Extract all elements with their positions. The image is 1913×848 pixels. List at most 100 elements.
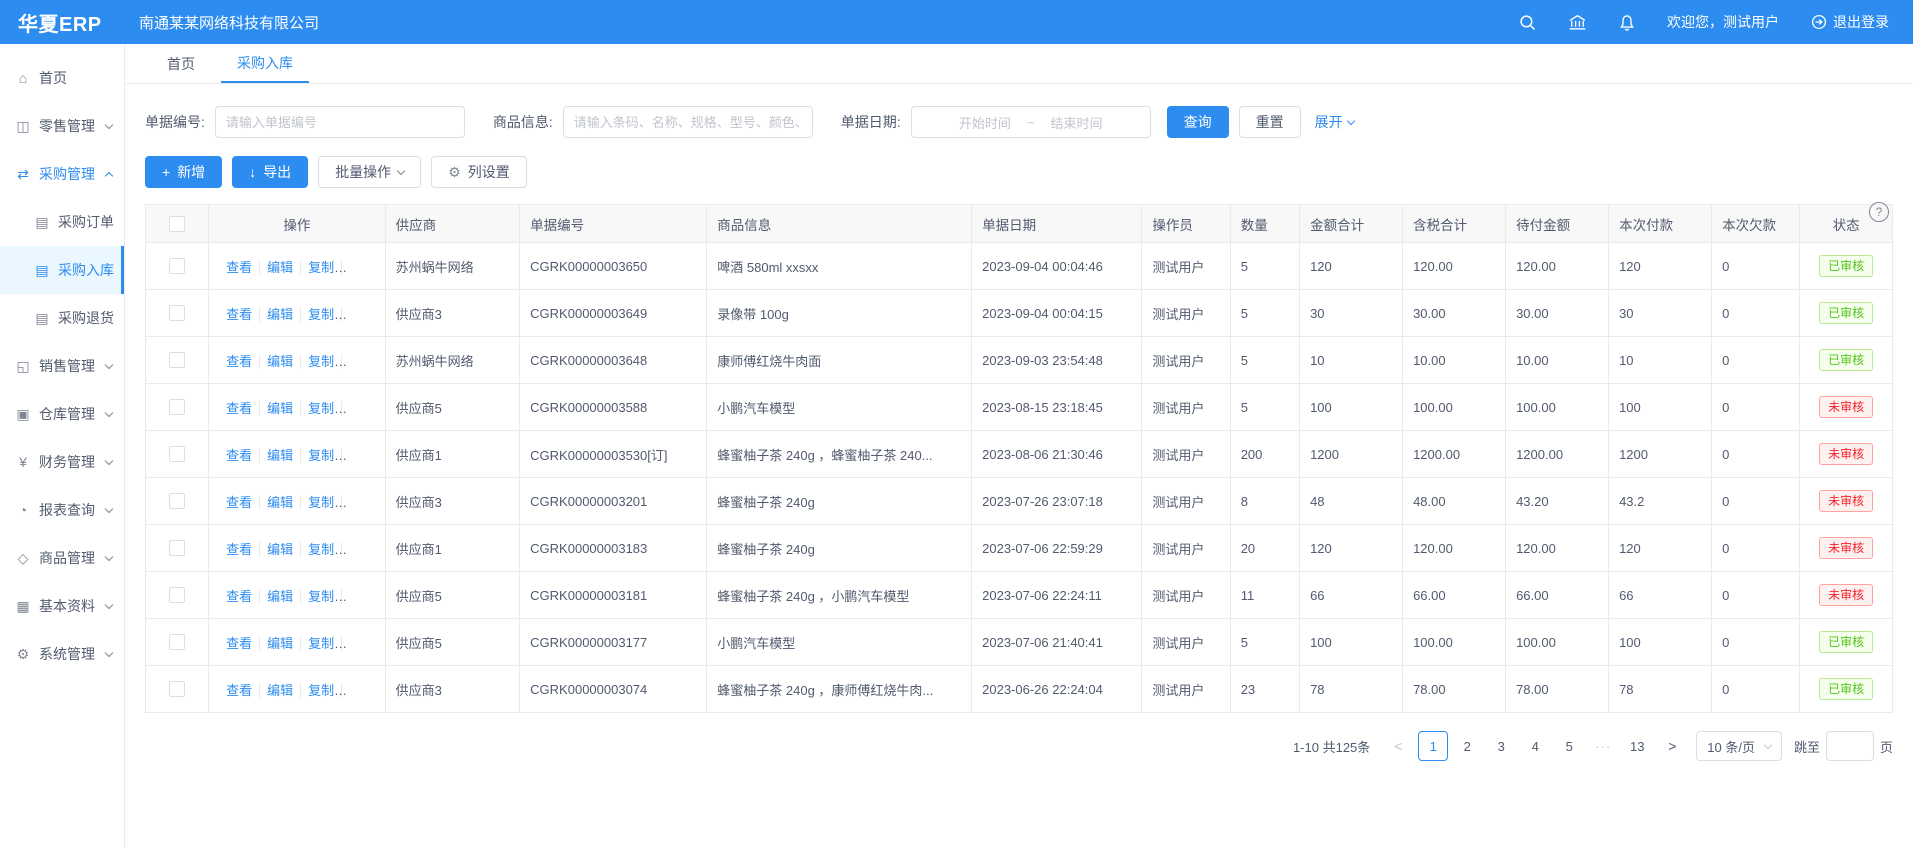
row-action-view[interactable]: 查看 [219, 589, 259, 604]
row-action-delete[interactable]: 删除 [341, 307, 382, 322]
row-checkbox[interactable] [169, 258, 185, 274]
row-checkbox[interactable] [169, 634, 185, 650]
row-action-delete[interactable]: 删除 [341, 683, 382, 698]
row-action-copy[interactable]: 复制 [300, 542, 341, 557]
row-action-copy[interactable]: 复制 [300, 307, 341, 322]
row-checkbox[interactable] [169, 305, 185, 321]
page-button-1[interactable]: 1 [1418, 731, 1448, 761]
plus-icon: + [162, 165, 170, 179]
jump-page-input[interactable] [1826, 731, 1874, 761]
filter-row: 单据编号: 商品信息: 单据日期: 开始时间 ~ 结束时间 查询 重置 [145, 106, 1893, 138]
row-checkbox[interactable] [169, 446, 185, 462]
sidebar-item-purchase-return[interactable]: ▤采购退货 [0, 294, 124, 342]
row-action-view[interactable]: 查看 [219, 354, 259, 369]
row-action-delete[interactable]: 删除 [341, 495, 382, 510]
row-action-view[interactable]: 查看 [219, 495, 259, 510]
row-action-view[interactable]: 查看 [219, 636, 259, 651]
bell-icon[interactable] [1619, 14, 1635, 31]
prev-page-button[interactable]: < [1386, 731, 1410, 761]
row-action-edit[interactable]: 编辑 [259, 542, 300, 557]
date-range-picker[interactable]: 开始时间 ~ 结束时间 [911, 106, 1151, 138]
row-checkbox[interactable] [169, 352, 185, 368]
sidebar-item-product[interactable]: ◇商品管理 [0, 534, 124, 582]
tab-purchase-inbound[interactable]: 采购入库 [221, 44, 309, 83]
cell-supplier: 供应商1 [385, 431, 520, 478]
sidebar-item-warehouse[interactable]: ▣仓库管理 [0, 390, 124, 438]
row-checkbox[interactable] [169, 681, 185, 697]
page-size-select[interactable]: 10 条/页 [1696, 731, 1782, 761]
row-action-copy[interactable]: 复制 [300, 589, 341, 604]
logout-button[interactable]: 退出登录 [1811, 12, 1889, 32]
row-action-view[interactable]: 查看 [219, 401, 259, 416]
row-action-copy[interactable]: 复制 [300, 683, 341, 698]
row-action-edit[interactable]: 编辑 [259, 260, 300, 275]
next-page-button[interactable]: > [1660, 731, 1684, 761]
logout-label: 退出登录 [1833, 12, 1889, 32]
row-action-copy[interactable]: 复制 [300, 495, 341, 510]
row-action-edit[interactable]: 编辑 [259, 401, 300, 416]
row-action-copy[interactable]: 复制 [300, 354, 341, 369]
row-action-edit[interactable]: 编辑 [259, 448, 300, 463]
bank-icon[interactable] [1568, 14, 1587, 31]
cell-status: 已审核 [1800, 243, 1893, 290]
row-action-view[interactable]: 查看 [219, 260, 259, 275]
help-icon[interactable]: ? [1869, 202, 1889, 222]
row-action-copy[interactable]: 复制 [300, 260, 341, 275]
row-action-copy[interactable]: 复制 [300, 448, 341, 463]
page-button-4[interactable]: 4 [1520, 731, 1550, 761]
sidebar-item-finance[interactable]: ¥财务管理 [0, 438, 124, 486]
row-checkbox[interactable] [169, 493, 185, 509]
sidebar-item-system[interactable]: ⚙系统管理 [0, 630, 124, 678]
sidebar-item-purchase-order[interactable]: ▤采购订单 [0, 198, 124, 246]
row-action-copy[interactable]: 复制 [300, 401, 341, 416]
row-action-edit[interactable]: 编辑 [259, 589, 300, 604]
row-action-edit[interactable]: 编辑 [259, 683, 300, 698]
row-action-view[interactable]: 查看 [219, 542, 259, 557]
row-action-delete[interactable]: 删除 [341, 448, 382, 463]
row-action-delete[interactable]: 删除 [341, 542, 382, 557]
sidebar-item-report[interactable]: ◔报表查询 [0, 486, 124, 534]
row-action-view[interactable]: 查看 [219, 683, 259, 698]
row-action-copy[interactable]: 复制 [300, 636, 341, 651]
row-action-view[interactable]: 查看 [219, 307, 259, 322]
table-row: 查看编辑复制删除供应商3CGRK00000003649录像带 100g2023-… [146, 290, 1893, 337]
row-action-edit[interactable]: 编辑 [259, 636, 300, 651]
product-info-input[interactable] [563, 106, 813, 138]
row-checkbox[interactable] [169, 399, 185, 415]
page-button-5[interactable]: 5 [1554, 731, 1584, 761]
row-action-delete[interactable]: 删除 [341, 589, 382, 604]
sidebar-item-sales[interactable]: ◱销售管理 [0, 342, 124, 390]
page-button-3[interactable]: 3 [1486, 731, 1516, 761]
tab-home[interactable]: 首页 [151, 44, 211, 83]
sidebar-item-purchase-in[interactable]: ▤采购入库 [0, 246, 124, 294]
cell-actions: 查看编辑复制删除 [209, 478, 386, 525]
row-action-delete[interactable]: 删除 [341, 636, 382, 651]
reset-button[interactable]: 重置 [1239, 106, 1301, 138]
row-action-view[interactable]: 查看 [219, 448, 259, 463]
row-action-delete[interactable]: 删除 [341, 260, 382, 275]
app-logo[interactable]: 华夏ERP [0, 8, 125, 37]
row-action-edit[interactable]: 编辑 [259, 307, 300, 322]
sidebar-item-basic[interactable]: ▦基本资料 [0, 582, 124, 630]
bill-no-input[interactable] [215, 106, 465, 138]
batch-operations-button[interactable]: 批量操作 [318, 156, 421, 188]
select-all-checkbox[interactable] [169, 216, 185, 232]
cell-product-info: 小鹏汽车模型 [707, 619, 972, 666]
row-action-edit[interactable]: 编辑 [259, 354, 300, 369]
export-button[interactable]: ↓ 导出 [232, 156, 308, 188]
page-button-2[interactable]: 2 [1452, 731, 1482, 761]
search-icon[interactable] [1519, 14, 1536, 31]
sidebar-item-purchase[interactable]: ⇄采购管理 [0, 150, 124, 198]
sidebar-item-home[interactable]: ⌂首页 [0, 54, 124, 102]
column-settings-button[interactable]: ⚙ 列设置 [431, 156, 527, 188]
expand-link[interactable]: 展开 [1315, 112, 1354, 132]
row-action-delete[interactable]: 删除 [341, 401, 382, 416]
sidebar-item-retail[interactable]: ◫零售管理 [0, 102, 124, 150]
page-button-13[interactable]: 13 [1622, 731, 1652, 761]
add-button[interactable]: + 新增 [145, 156, 222, 188]
row-action-edit[interactable]: 编辑 [259, 495, 300, 510]
row-action-delete[interactable]: 删除 [341, 354, 382, 369]
search-button[interactable]: 查询 [1167, 106, 1229, 138]
row-checkbox[interactable] [169, 540, 185, 556]
row-checkbox[interactable] [169, 587, 185, 603]
